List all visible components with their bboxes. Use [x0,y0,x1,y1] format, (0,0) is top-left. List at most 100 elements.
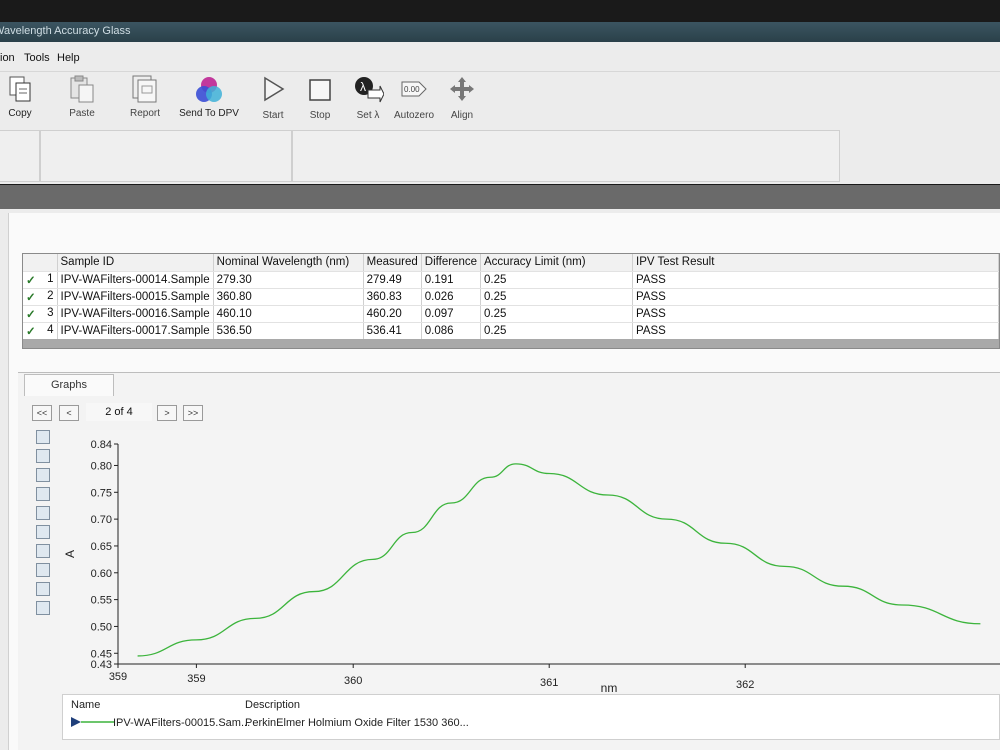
cell-nominal: 279.30 [213,271,364,289]
header-nominal[interactable]: Nominal Wavelength (nm) [213,254,364,272]
check-icon: ✓ [26,325,36,338]
menu-item-partial[interactable]: ion [0,52,15,64]
chart-svg: 0.430.45 0.50 0.55 0.60 0.65 0.70 0.75 0.80 0.84… [63,439,1000,695]
send-to-dpv-button[interactable]: Send To DPV [178,72,240,126]
table-header-row: Sample ID Nominal Wavelength (nm) Measur… [23,254,999,272]
paste-button[interactable]: Paste [52,72,112,126]
report-icon [130,74,160,107]
y-axis-label: A [63,550,77,558]
y-tick-label: 0.75 [91,487,112,499]
menu-item-tools[interactable]: Tools [24,52,50,64]
copy-icon [7,74,33,107]
graph-tool-6-icon[interactable] [36,525,50,539]
table-row[interactable]: ✓ 2 IPV-WAFilters-00015.Sample 360.80 36… [23,288,999,306]
next-page-button[interactable]: > [157,405,177,421]
row-marker: ✓ 1 [23,271,58,289]
table-row[interactable]: ✓ 4 IPV-WAFilters-00017.Sample 536.50 53… [23,322,999,340]
table-row[interactable]: ✓ 1 IPV-WAFilters-00014.Sample 279.30 27… [23,271,999,289]
paste-icon [68,74,96,107]
row-number: 2 [47,289,54,302]
results-grid[interactable]: Sample ID Nominal Wavelength (nm) Measur… [22,253,1000,349]
graph-tool-5-icon[interactable] [36,506,50,520]
first-page-button[interactable]: << [32,405,52,421]
legend-series-name[interactable]: IPV-WAFilters-00015.Sam... [113,717,250,729]
header-measured[interactable]: Measured [363,254,422,272]
y-tick-label: 0.70 [91,514,112,526]
cell-sample-id: IPV-WAFilters-00015.Sample [57,288,214,306]
cell-difference: 0.191 [421,271,482,289]
send-to-dpv-label: Send To DPV [179,108,239,119]
x-tick-label: 361 [540,677,558,689]
cell-nominal: 536.50 [213,322,364,340]
cell-difference: 0.086 [421,322,482,340]
menu-bar: ion Tools Help [0,42,1000,72]
cell-limit: 0.25 [480,288,633,306]
cell-limit: 0.25 [480,271,633,289]
align-button[interactable]: Align [432,72,492,126]
separator-strip [0,185,1000,209]
cell-limit: 0.25 [480,305,633,323]
y-tick-label: 0.55 [91,595,112,607]
header-row-marker [23,254,58,272]
report-label: Report [129,108,160,119]
align-icon [449,74,475,107]
cell-nominal: 460.10 [213,305,364,323]
cell-sample-id: IPV-WAFilters-00014.Sample [57,271,214,289]
check-icon: ✓ [26,308,36,321]
header-test-result[interactable]: IPV Test Result [632,254,999,272]
toolbar: Copy Paste Report Send To DPV Start Stop… [0,72,1000,128]
cell-measured: 279.49 [363,271,422,289]
prev-page-button[interactable]: < [59,405,79,421]
copy-button[interactable]: Copy [0,72,50,126]
svg-text:λ: λ [360,80,366,94]
header-difference[interactable]: Difference [421,254,482,272]
graph-tool-4-icon[interactable] [36,487,50,501]
graph-tools [36,430,56,620]
cell-result: PASS [632,305,999,323]
y-tick-label: 0.84 [91,439,112,451]
cell-result: PASS [632,288,999,306]
graph-tool-9-icon[interactable] [36,582,50,596]
graph-tool-8-icon[interactable] [36,563,50,577]
set-lambda-icon: λ [352,74,385,107]
check-icon: ✓ [26,274,36,287]
graph-tool-2-icon[interactable] [36,449,50,463]
last-page-button[interactable]: >> [183,405,203,421]
table-row[interactable]: ✓ 3 IPV-WAFilters-00016.Sample 460.10 46… [23,305,999,323]
header-accuracy-limit[interactable]: Accuracy Limit (nm) [480,254,633,272]
graph-tool-1-icon[interactable] [36,430,50,444]
graph-tool-7-icon[interactable] [36,544,50,558]
cell-measured: 460.20 [363,305,422,323]
sub-pane-3 [292,130,840,182]
check-icon: ✓ [26,291,36,304]
y-tick-label: 0.65 [91,541,112,553]
stop-icon [306,74,334,107]
tab-graphs[interactable]: Graphs [24,374,114,396]
spectrum-chart[interactable]: 0.43 0.45 0.50 0.55 0.60 0.65 0.70 0.75 0.80 0.84… [60,430,1000,695]
legend-series-marker-icon [71,717,115,730]
graph-tool-3-icon[interactable] [36,468,50,482]
y-tick-label: 0.50 [91,621,112,633]
x-tick-label: 359 [109,671,127,683]
row-marker: ✓ 3 [23,305,58,323]
row-number: 3 [47,306,54,319]
graph-tool-10-icon[interactable] [36,601,50,615]
y-tick-label: 0.60 [91,568,112,580]
menu-item-help[interactable]: Help [57,52,80,64]
send-to-dpv-icon [193,74,225,109]
cell-nominal: 360.80 [213,288,364,306]
report-button[interactable]: Report [115,72,175,126]
autozero-icon: 0.00 [399,74,429,107]
align-label: Align [450,110,474,121]
y-tick-label: 0.43 [91,659,112,671]
sub-toolbar [0,128,1000,184]
cell-sample-id: IPV-WAFilters-00016.Sample [57,305,214,323]
header-sample-id[interactable]: Sample ID [57,254,214,272]
sub-pane-1 [0,130,40,182]
cell-difference: 0.097 [421,305,482,323]
row-number: 4 [47,323,54,336]
grid-horizontal-scrollbar[interactable] [23,339,999,348]
cell-result: PASS [632,322,999,340]
row-marker: ✓ 2 [23,288,58,306]
x-axis-label: nm [601,681,618,692]
